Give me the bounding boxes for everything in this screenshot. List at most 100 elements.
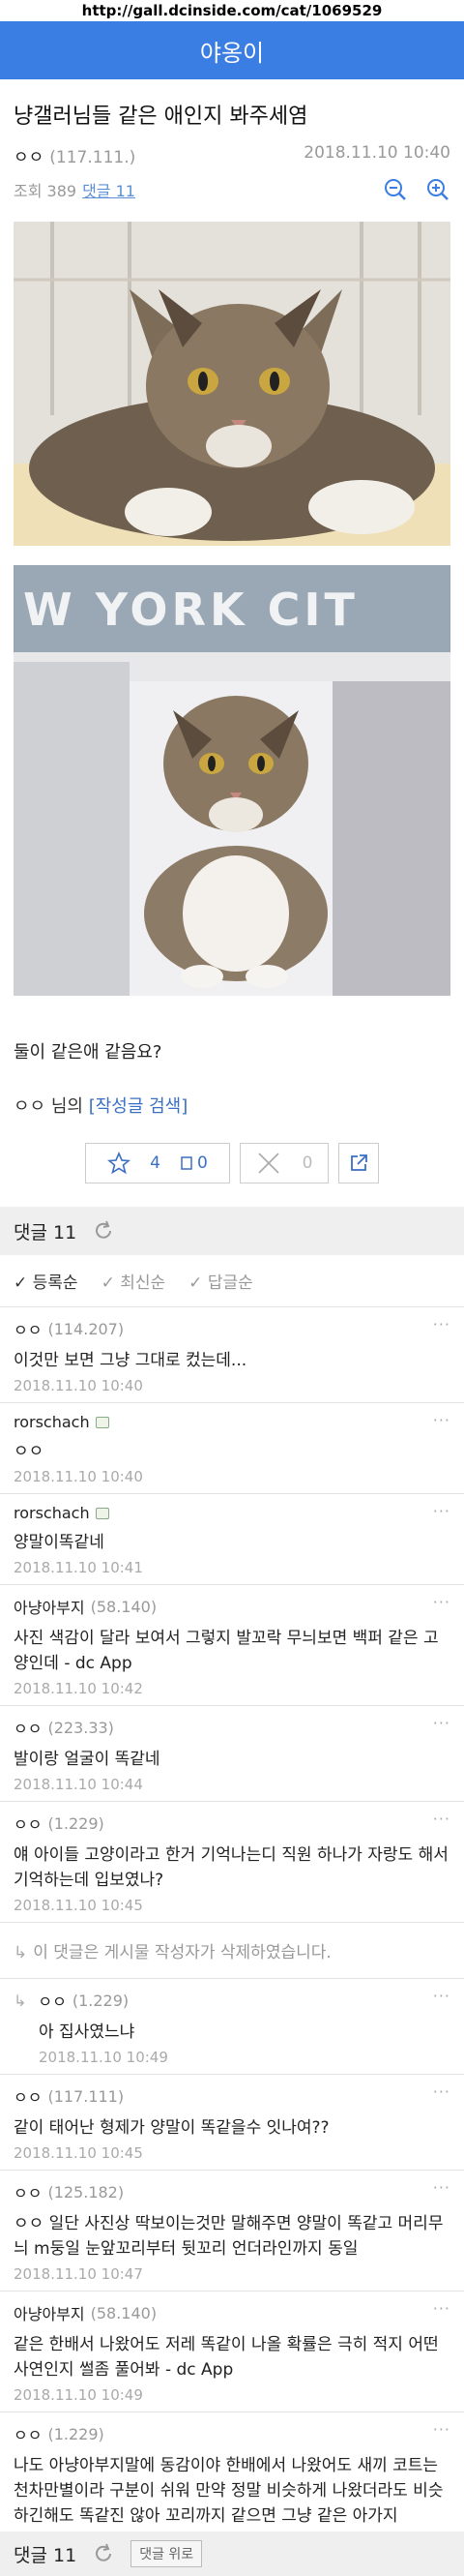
more-options-icon[interactable]: ··· xyxy=(433,1315,450,1333)
cat-photo-1[interactable] xyxy=(14,222,450,546)
comment-text: 얘 아이들 고양이라고 한거 기억나는디 직원 하나가 자랑도 해서 기억하는데… xyxy=(14,1845,449,1890)
sort-latest-label: 최신순 xyxy=(120,1273,166,1293)
mini-vote-count: 0 xyxy=(197,1153,208,1173)
comment-header: ㅇㅇ (1.229) xyxy=(14,1812,450,1835)
comment-time: 2018.11.10 10:41 xyxy=(14,1559,143,1576)
comment-text: 아 집사였느냐 xyxy=(39,2022,135,2042)
post-body: 둘이 같은애 같음요? xyxy=(14,1042,162,1063)
more-options-icon[interactable]: ··· xyxy=(433,1810,450,1828)
more-options-icon[interactable]: ··· xyxy=(433,1411,450,1429)
comment-author[interactable]: rorschach xyxy=(14,1504,90,1522)
comment-author[interactable]: ㅇㅇ xyxy=(14,2422,42,2445)
comment-author[interactable]: ㅇㅇ xyxy=(14,2180,42,2203)
comment-count-link[interactable]: 댓글 11 xyxy=(82,182,135,200)
comment-time: 2018.11.10 10:45 xyxy=(14,1897,143,1914)
x-icon xyxy=(258,1153,279,1174)
author-line-text: ㅇㅇ 님의 xyxy=(14,1096,83,1117)
downvote-count: 0 xyxy=(302,1153,313,1173)
comment-author[interactable]: 아냥아부지 xyxy=(14,1595,85,1618)
comment-author[interactable]: ㅇㅇ xyxy=(38,1989,66,2012)
sort-options: ✓ 등록순 ✓ 최신순 ✓ 답글순 xyxy=(0,1255,464,1307)
comment-ip: (1.229) xyxy=(47,1813,104,1833)
comment-author[interactable]: ㅇㅇ xyxy=(14,1317,42,1340)
url-text: http://gall.dcinside.com/cat/1069529 xyxy=(81,2,383,19)
sort-registered-label: 등록순 xyxy=(32,1273,78,1293)
more-options-icon[interactable]: ··· xyxy=(433,1593,450,1611)
cat-photo-2[interactable]: W YORK CIT xyxy=(14,565,450,996)
post-stats: 조회 389 댓글 11 xyxy=(0,175,464,210)
comment-time: 2018.11.10 10:40 xyxy=(14,1377,143,1394)
more-options-icon[interactable]: ··· xyxy=(433,2178,450,2197)
comment-text: 같이 태어난 형제가 양말이 똑같을수 잇나여?? xyxy=(14,2118,330,2138)
comment-item: 아냥아부지 (58.140) ··· 같은 한배서 나왔어도 저레 똑같이 나올 확률… xyxy=(0,2291,464,2412)
view-count: 조회 389 xyxy=(14,182,77,200)
comment-author[interactable]: ㅇㅇ xyxy=(14,1812,42,1835)
more-options-icon[interactable]: ··· xyxy=(433,2420,450,2439)
gallery-title[interactable]: 야옹이 xyxy=(200,34,264,68)
comment-time: 2018.11.10 10:40 xyxy=(14,1468,143,1485)
comment-text: 이것만 보면 그냥 그대로 컸는데... xyxy=(14,1351,247,1370)
more-options-icon[interactable]: ··· xyxy=(433,1714,450,1732)
more-options-icon[interactable]: ··· xyxy=(433,2082,450,2101)
sort-registered[interactable]: ✓ 등록순 xyxy=(14,1269,78,1293)
refresh-icon[interactable] xyxy=(92,1219,115,1243)
comment-item: 아냥아부지 (58.140) ··· 사진 색감이 달라 보여서 그렇지 발꼬락 무늬… xyxy=(0,1585,464,1706)
comment-text: 같은 한배서 나왔어도 저레 똑같이 나올 확률은 극히 적지 어떤 사연인지 … xyxy=(14,2335,439,2380)
comment-author[interactable]: ㅇㅇ xyxy=(14,1716,42,1739)
gallog-icon xyxy=(95,1416,109,1428)
more-options-icon[interactable]: ··· xyxy=(433,1502,450,1520)
comment-item: ㅇㅇ (223.33) ··· 발이랑 얼굴이 똑같네 2018.11.10 10:44 xyxy=(0,1706,464,1802)
comment-item: rorschach ··· ㅇㅇ 2018.11.10 10:40 xyxy=(0,1403,464,1494)
author-post-search-link[interactable]: [작성글 검색] xyxy=(89,1096,188,1117)
vote-row: 4 0 0 xyxy=(0,1137,464,1207)
comment-ip: (223.33) xyxy=(47,1718,114,1737)
comment-header: 아냥아부지 (58.140) xyxy=(14,2301,450,2324)
comment-header: rorschach xyxy=(14,1504,450,1522)
comment-list: ㅇㅇ (114.207) ··· 이것만 보면 그냥 그대로 컸는데... 2018.1… xyxy=(0,1307,464,2559)
zoom-in-icon[interactable] xyxy=(425,177,450,202)
mobile-vote-icon xyxy=(181,1156,192,1170)
comment-header-label: 댓글 11 xyxy=(14,1221,77,1243)
comment-header: ㅇㅇ (117.111) xyxy=(14,2084,450,2108)
more-options-icon[interactable]: ··· xyxy=(433,2299,450,2318)
comment-author[interactable]: rorschach xyxy=(14,1413,90,1431)
deleted-comment-text: 이 댓글은 게시물 작성자가 삭제하였습니다. xyxy=(33,1943,332,1962)
comment-item: ㅇㅇ (117.111) ··· 같이 태어난 형제가 양말이 똑같을수 잇나여?? 2… xyxy=(0,2075,464,2171)
comment-author[interactable]: 아냥아부지 xyxy=(14,2301,85,2324)
comment-header: ㅇㅇ (125.182) xyxy=(14,2180,450,2203)
comment-time: 2018.11.10 10:42 xyxy=(14,1680,143,1697)
comment-text: 양말이똑같네 xyxy=(14,1533,104,1552)
refresh-icon[interactable] xyxy=(92,2542,115,2565)
sort-replies[interactable]: ✓ 답글순 xyxy=(188,1269,253,1293)
comment-time: 2018.11.10 10:44 xyxy=(14,1776,143,1793)
comment-text: 사진 색감이 달라 보여서 그렇지 발꼬락 무늬보면 백퍼 같은 고양인데 - … xyxy=(14,1629,439,1673)
upvote-button[interactable]: 4 0 xyxy=(85,1143,230,1183)
comment-author[interactable]: ㅇㅇ xyxy=(14,2084,42,2108)
reply-arrow-icon: ↳ xyxy=(14,1991,27,2010)
comment-header: ㅇㅇ (223.33) xyxy=(14,1716,450,1739)
post-meta: ㅇㅇ (117.111.) 2018.11.10 10:40 xyxy=(0,135,464,175)
share-button[interactable] xyxy=(338,1143,379,1183)
comment-ip: (114.207) xyxy=(47,1319,125,1338)
zoom-out-icon[interactable] xyxy=(383,177,408,202)
downvote-button[interactable]: 0 xyxy=(240,1143,329,1183)
comment-item: ㅇㅇ (1.229) ··· 얘 아이들 고양이라고 한거 기억나는디 직원 하나가 … xyxy=(0,1802,464,1923)
comment-ip: (117.111) xyxy=(47,2086,125,2106)
comment-item: ㅇㅇ (125.182) ··· ㅇㅇ 일단 사진상 딱보이는것만 말해주면 양말이 … xyxy=(0,2171,464,2291)
star-icon xyxy=(107,1152,131,1175)
comment-header: ㅇㅇ (114.207) xyxy=(14,1317,450,1340)
scroll-to-comments-button[interactable]: 댓글 위로 xyxy=(130,2540,203,2567)
more-options-icon[interactable]: ··· xyxy=(433,1987,450,2005)
share-icon xyxy=(351,1154,367,1171)
comment-time: 2018.11.10 10:45 xyxy=(14,2144,143,2162)
post-author[interactable]: ㅇㅇ xyxy=(14,148,44,167)
post-datetime: 2018.11.10 10:40 xyxy=(304,143,450,163)
comment-header-bar: 댓글 11 xyxy=(0,1207,464,1255)
comment-header: rorschach xyxy=(14,1413,450,1431)
comment-ip: (58.140) xyxy=(90,1597,158,1616)
address-bar[interactable]: http://gall.dcinside.com/cat/1069529 xyxy=(0,0,464,21)
comment-text: ㅇㅇ 일단 사진상 딱보이는것만 말해주면 양말이 똑같고 머리무늬 m둥일 눈… xyxy=(14,2214,444,2259)
mini-vote[interactable]: 0 xyxy=(180,1153,208,1173)
comment-item: ㅇㅇ (114.207) ··· 이것만 보면 그냥 그대로 컸는데... 2018.1… xyxy=(0,1307,464,1403)
sort-latest[interactable]: ✓ 최신순 xyxy=(102,1269,166,1293)
